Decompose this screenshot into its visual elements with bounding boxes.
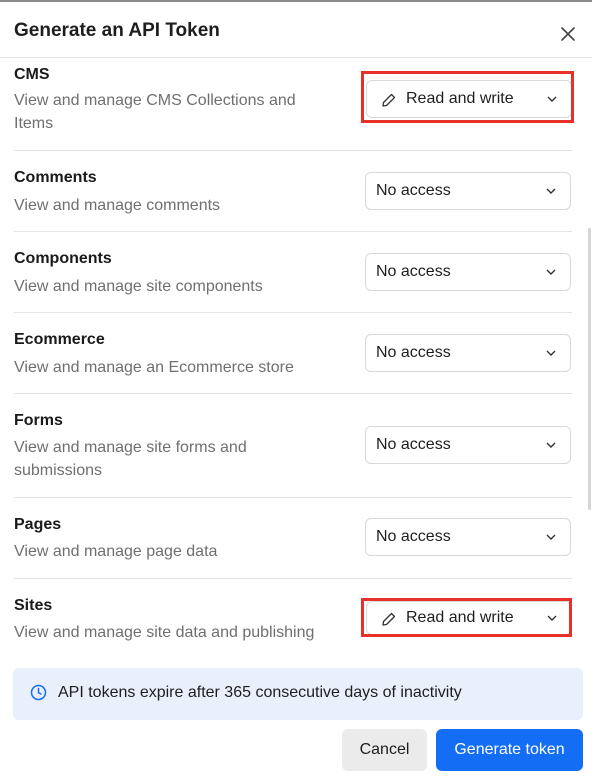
chevron-down-icon	[546, 188, 556, 194]
scope-description: View and manage site forms and submissio…	[14, 439, 247, 479]
scope-title: Forms	[14, 412, 63, 429]
cancel-button[interactable]: Cancel	[342, 729, 427, 771]
scope-description: View and manage an Ecommerce store	[14, 359, 294, 376]
access-select-components[interactable]: No access	[365, 253, 571, 291]
scope-title: CMS	[14, 66, 50, 83]
scope-row-forms: Forms View and manage site forms and sub…	[14, 394, 572, 497]
access-select-ecommerce[interactable]: No access	[365, 334, 571, 372]
scope-description: View and manage site data and publishing	[14, 624, 315, 641]
access-select-forms[interactable]: No access	[365, 426, 571, 464]
scope-description: View and manage page data	[14, 543, 218, 560]
chevron-down-icon	[546, 350, 556, 356]
scope-row-ecommerce: Ecommerce View and manage an Ecommerce s…	[14, 313, 572, 393]
dialog-header: Generate an API Token	[0, 2, 592, 58]
access-select-value: No access	[376, 182, 451, 199]
access-select-value: No access	[376, 436, 451, 453]
scope-description: View and manage site components	[14, 278, 263, 295]
scope-title: Comments	[14, 169, 97, 186]
highlight-box-cms	[361, 71, 574, 123]
notice-text: API tokens expire after 365 consecutive …	[58, 684, 462, 701]
close-icon[interactable]	[558, 24, 578, 44]
scope-row-components: Components View and manage site componen…	[14, 232, 572, 312]
scope-row-comments: Comments View and manage comments No acc…	[14, 151, 572, 231]
access-select-value: No access	[376, 263, 451, 280]
chevron-down-icon	[546, 442, 556, 448]
scrollbar-thumb[interactable]	[588, 228, 591, 510]
clock-icon	[30, 684, 47, 701]
scope-title: Pages	[14, 516, 62, 533]
scope-description: View and manage comments	[14, 197, 221, 214]
access-select-value: No access	[376, 344, 451, 361]
access-select-comments[interactable]: No access	[365, 172, 571, 210]
scope-row-pages: Pages View and manage page data No acces…	[14, 498, 572, 578]
chevron-down-icon	[546, 534, 556, 540]
scope-description: View and manage CMS Collections and Item…	[14, 92, 296, 132]
chevron-down-icon	[546, 269, 556, 275]
dialog-title: Generate an API Token	[14, 20, 220, 41]
scope-title: Ecommerce	[14, 331, 105, 348]
highlight-box-sites	[361, 598, 572, 637]
access-select-value: No access	[376, 528, 451, 545]
access-select-pages[interactable]: No access	[365, 518, 571, 556]
generate-token-button[interactable]: Generate token	[436, 729, 583, 771]
inactivity-notice: API tokens expire after 365 consecutive …	[13, 668, 583, 720]
scope-title: Sites	[14, 597, 53, 614]
scope-title: Components	[14, 250, 112, 267]
